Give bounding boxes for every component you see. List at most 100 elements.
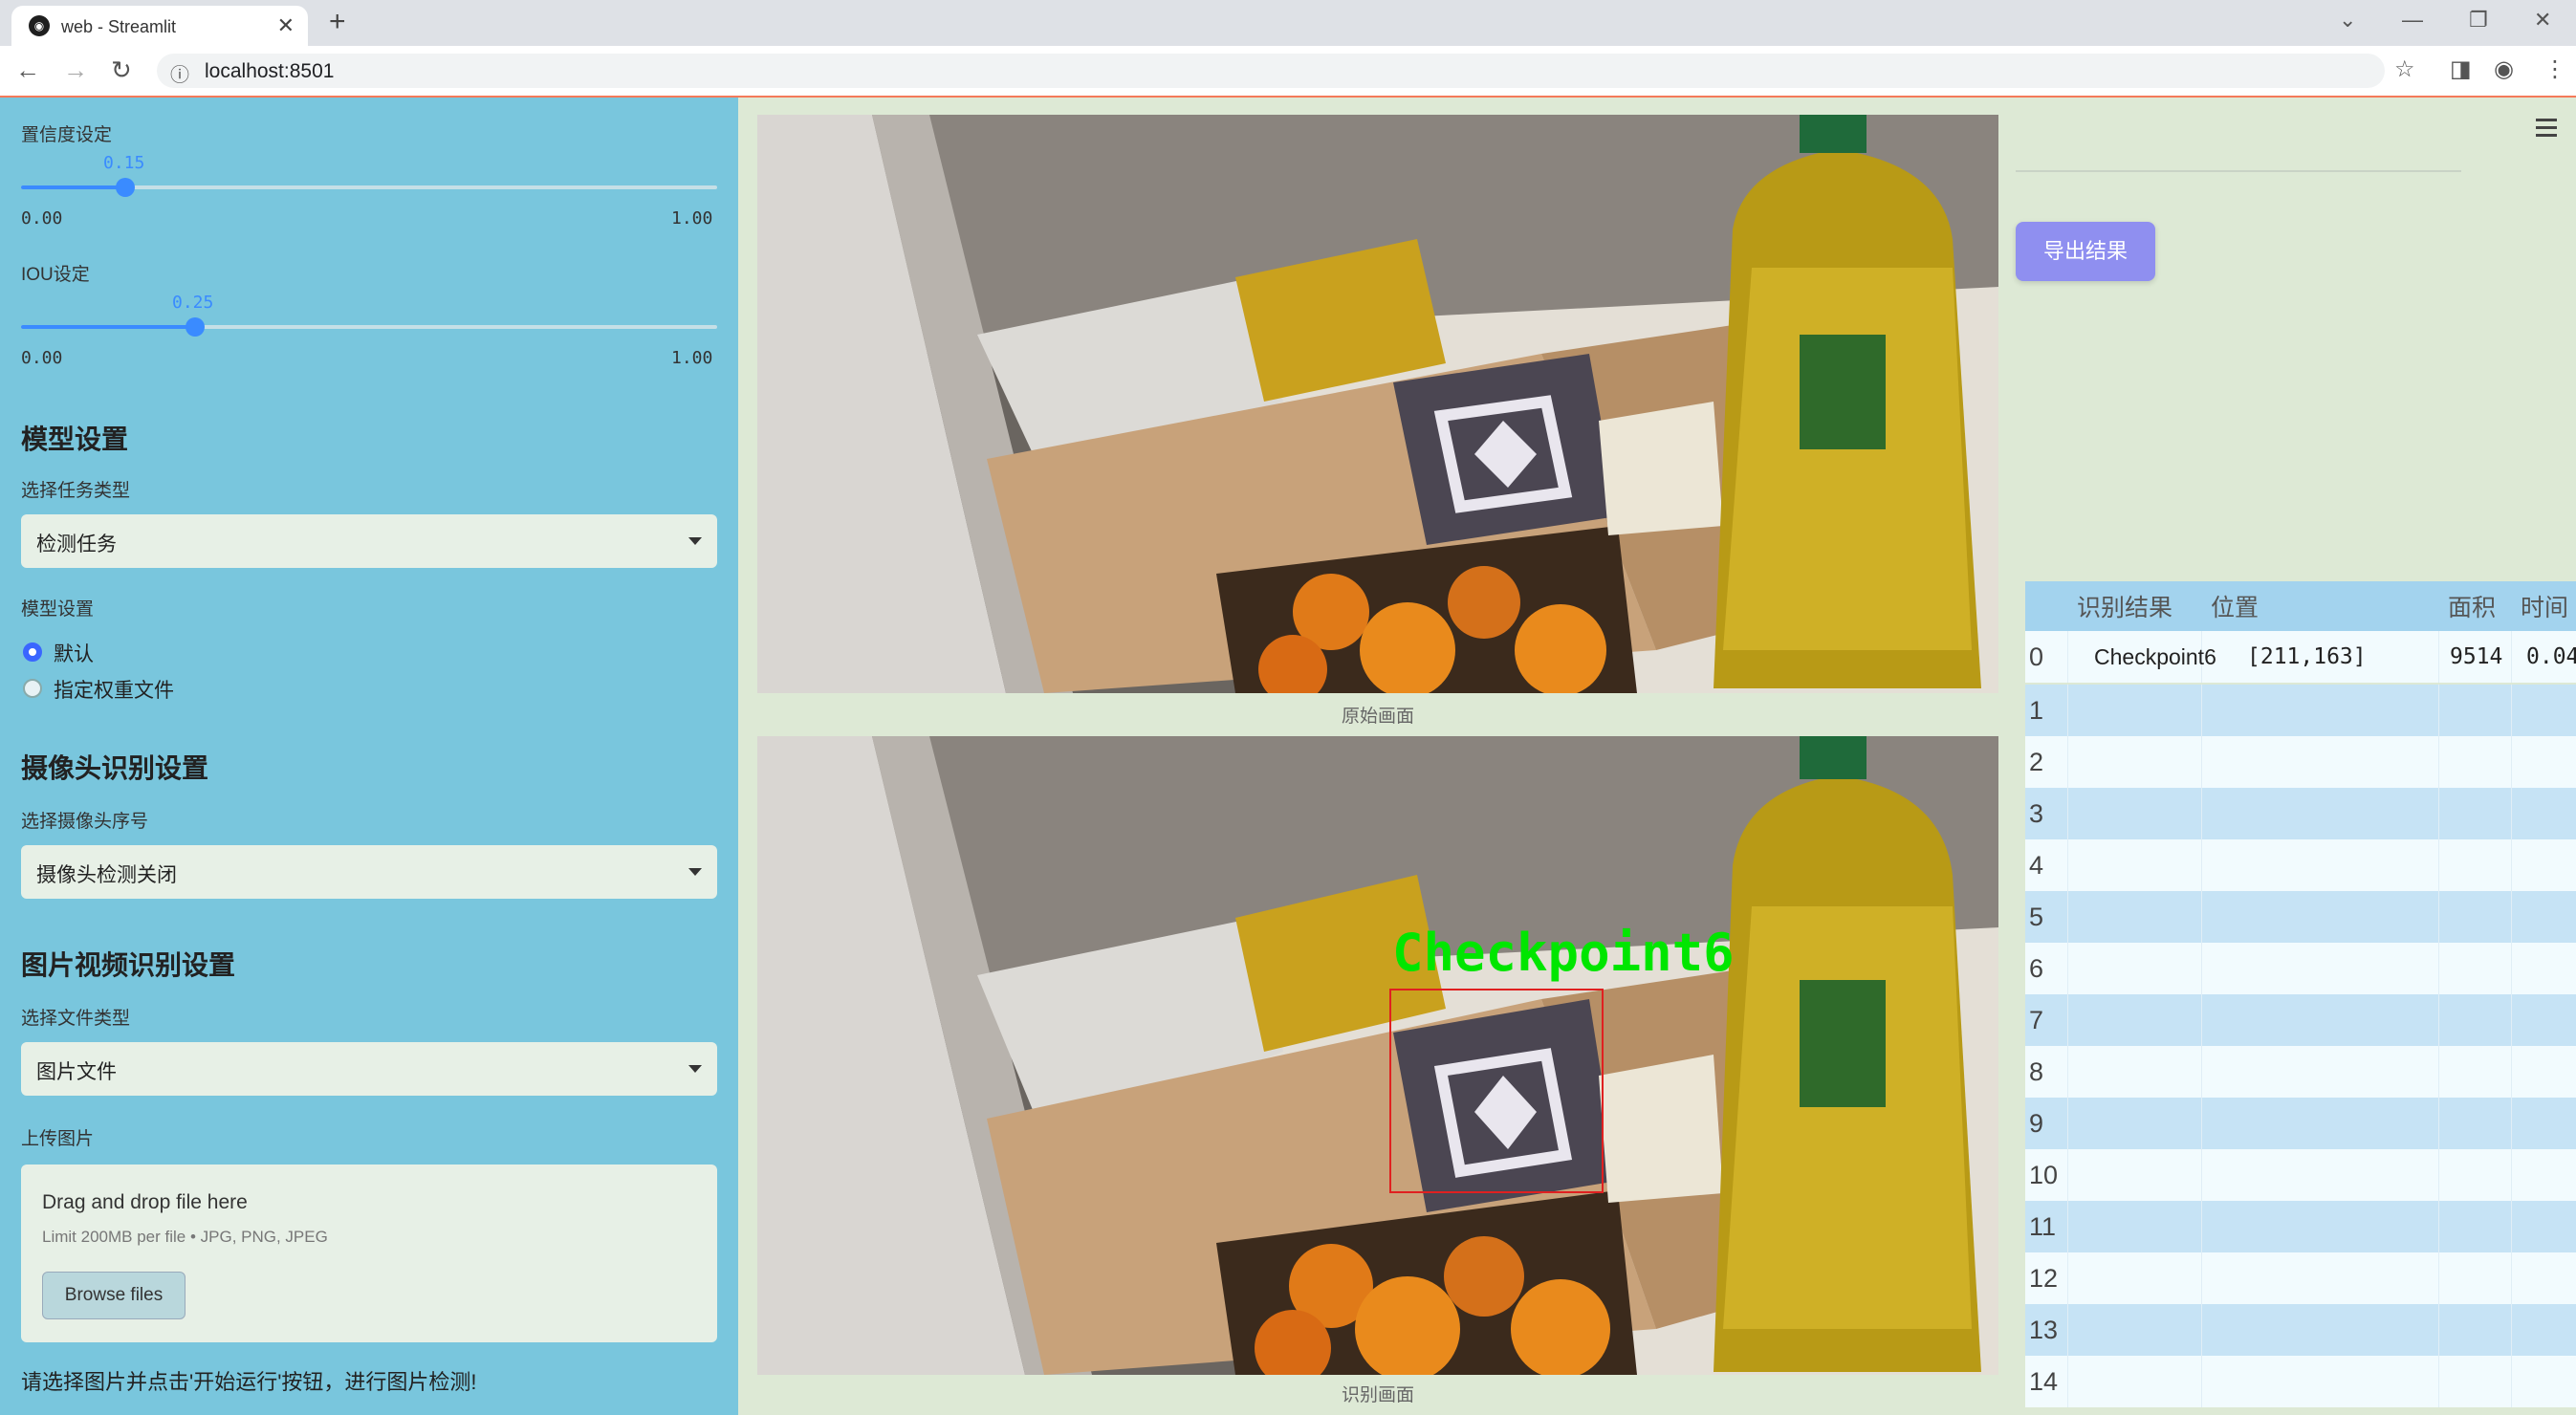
streamlit-favicon-icon: ◉ (29, 15, 50, 36)
cell-divider (2511, 994, 2512, 1046)
hamburger-menu-icon[interactable] (2536, 119, 2557, 142)
cell-divider (2511, 1149, 2512, 1201)
cell-divider (2511, 685, 2512, 736)
radio-default-label: 默认 (54, 643, 94, 665)
cell-divider (2067, 788, 2068, 839)
table-row[interactable]: 6 (2025, 943, 2576, 994)
new-tab-icon[interactable]: + (329, 6, 346, 38)
export-results-button[interactable]: 导出结果 (2016, 222, 2155, 281)
camera-settings-title: 摄像头识别设置 (21, 753, 209, 783)
cell-divider (2067, 839, 2068, 891)
cell-divider (2438, 1149, 2439, 1201)
table-row[interactable]: 8 (2025, 1046, 2576, 1098)
cell-divider (2067, 736, 2068, 788)
row-index: 1 (2029, 696, 2044, 725)
radio-custom-weights[interactable] (23, 679, 42, 698)
row-index: 11 (2029, 1212, 2057, 1241)
profile-avatar-icon[interactable]: ◉ (2494, 55, 2514, 83)
cell-divider (2201, 1304, 2202, 1356)
confidence-slider[interactable] (21, 178, 717, 197)
cell-divider (2511, 891, 2512, 943)
col-header-area[interactable]: 面积 (2448, 589, 2496, 623)
iou-slider-thumb[interactable] (186, 317, 205, 337)
confidence-slider-fill (21, 185, 125, 189)
cell-divider (2511, 943, 2512, 994)
cell-divider (2511, 1304, 2512, 1356)
address-bar: ← → ↻ ⓘ localhost:8501 ☆ ◨ ◉ ⋮ (0, 46, 2576, 98)
table-row[interactable]: 7 (2025, 994, 2576, 1046)
iou-min: 0.00 (21, 348, 63, 368)
table-row[interactable]: 3 (2025, 788, 2576, 839)
chevron-down-icon (688, 537, 702, 545)
table-row[interactable]: 0 Checkpoint6 [211,163] 9514 0.04 (2025, 631, 2576, 683)
browser-tab[interactable]: ◉ web - Streamlit ✕ (11, 6, 308, 46)
table-row[interactable]: 2 (2025, 736, 2576, 788)
close-window-icon[interactable]: ✕ (2534, 8, 2551, 33)
cell-divider (2438, 1046, 2439, 1098)
table-row[interactable]: 10 (2025, 1149, 2576, 1201)
iou-slider[interactable] (21, 317, 717, 337)
site-info-icon[interactable]: ⓘ (170, 59, 189, 87)
task-type-select[interactable]: 检测任务 (21, 514, 717, 568)
cell-divider (2511, 631, 2512, 683)
col-header-result[interactable]: 识别结果 (2077, 589, 2172, 623)
table-row[interactable]: 1 (2025, 685, 2576, 736)
table-row[interactable]: 5 (2025, 891, 2576, 943)
confidence-slider-thumb[interactable] (116, 178, 135, 197)
cell-divider (2438, 1304, 2439, 1356)
cell-result: Checkpoint6 (2094, 644, 2216, 669)
cell-divider (2438, 736, 2439, 788)
browse-files-button[interactable]: Browse files (42, 1272, 186, 1319)
cell-divider (2511, 839, 2512, 891)
minimize-icon[interactable]: — (2402, 8, 2423, 33)
row-index: 4 (2029, 851, 2044, 880)
result-caption: 识别画面 (1341, 1385, 1414, 1405)
cell-divider (2201, 685, 2202, 736)
bookmark-star-icon[interactable]: ☆ (2394, 55, 2415, 83)
cell-divider (2067, 943, 2068, 994)
col-header-position[interactable]: 位置 (2211, 589, 2259, 623)
iou-slider-fill (21, 325, 195, 329)
tab-search-icon[interactable]: ⌄ (2339, 8, 2356, 33)
browser-menu-icon[interactable]: ⋮ (2543, 55, 2566, 83)
side-panel-icon[interactable]: ◨ (2450, 55, 2472, 83)
radio-custom-weights-label: 指定权重文件 (54, 680, 174, 702)
original-caption: 原始画面 (1341, 707, 1414, 727)
cell-position: [211,163] (2247, 644, 2367, 669)
confidence-value: 0.15 (103, 153, 145, 173)
cell-divider (2067, 1098, 2068, 1149)
table-row[interactable]: 12 (2025, 1252, 2576, 1304)
forward-icon[interactable]: → (63, 55, 88, 85)
file-type-select[interactable]: 图片文件 (21, 1042, 717, 1096)
table-row[interactable]: 13 (2025, 1304, 2576, 1356)
row-index: 3 (2029, 799, 2044, 828)
chevron-down-icon (688, 868, 702, 876)
cell-divider (2438, 1098, 2439, 1149)
cell-divider (2511, 736, 2512, 788)
table-row[interactable]: 9 (2025, 1098, 2576, 1149)
restore-icon[interactable]: ❐ (2469, 8, 2488, 33)
close-tab-icon[interactable]: ✕ (277, 13, 295, 38)
cell-divider (2201, 1149, 2202, 1201)
camera-index-select[interactable]: 摄像头检测关闭 (21, 845, 717, 899)
reload-icon[interactable]: ↻ (111, 55, 132, 85)
row-index: 14 (2029, 1367, 2059, 1396)
url-text: localhost:8501 (205, 60, 335, 82)
table-row[interactable]: 11 (2025, 1201, 2576, 1252)
cell-divider (2201, 994, 2202, 1046)
cell-divider (2438, 994, 2439, 1046)
dropzone-text: Drag and drop file here (42, 1191, 248, 1213)
cell-divider (2201, 1098, 2202, 1149)
col-header-time[interactable]: 时间 (2521, 589, 2568, 623)
back-icon[interactable]: ← (15, 55, 40, 85)
url-field[interactable]: ⓘ localhost:8501 (157, 54, 2385, 88)
file-dropzone[interactable]: Drag and drop file here Limit 200MB per … (21, 1165, 717, 1342)
task-type-label: 选择任务类型 (21, 481, 131, 501)
table-row[interactable]: 14 (2025, 1356, 2576, 1407)
cell-divider (2201, 1252, 2202, 1304)
radio-default[interactable] (23, 642, 42, 662)
row-index: 6 (2029, 954, 2044, 983)
iou-label: IOU设定 (21, 265, 90, 285)
weights-label: 模型设置 (21, 599, 95, 620)
table-row[interactable]: 4 (2025, 839, 2576, 891)
